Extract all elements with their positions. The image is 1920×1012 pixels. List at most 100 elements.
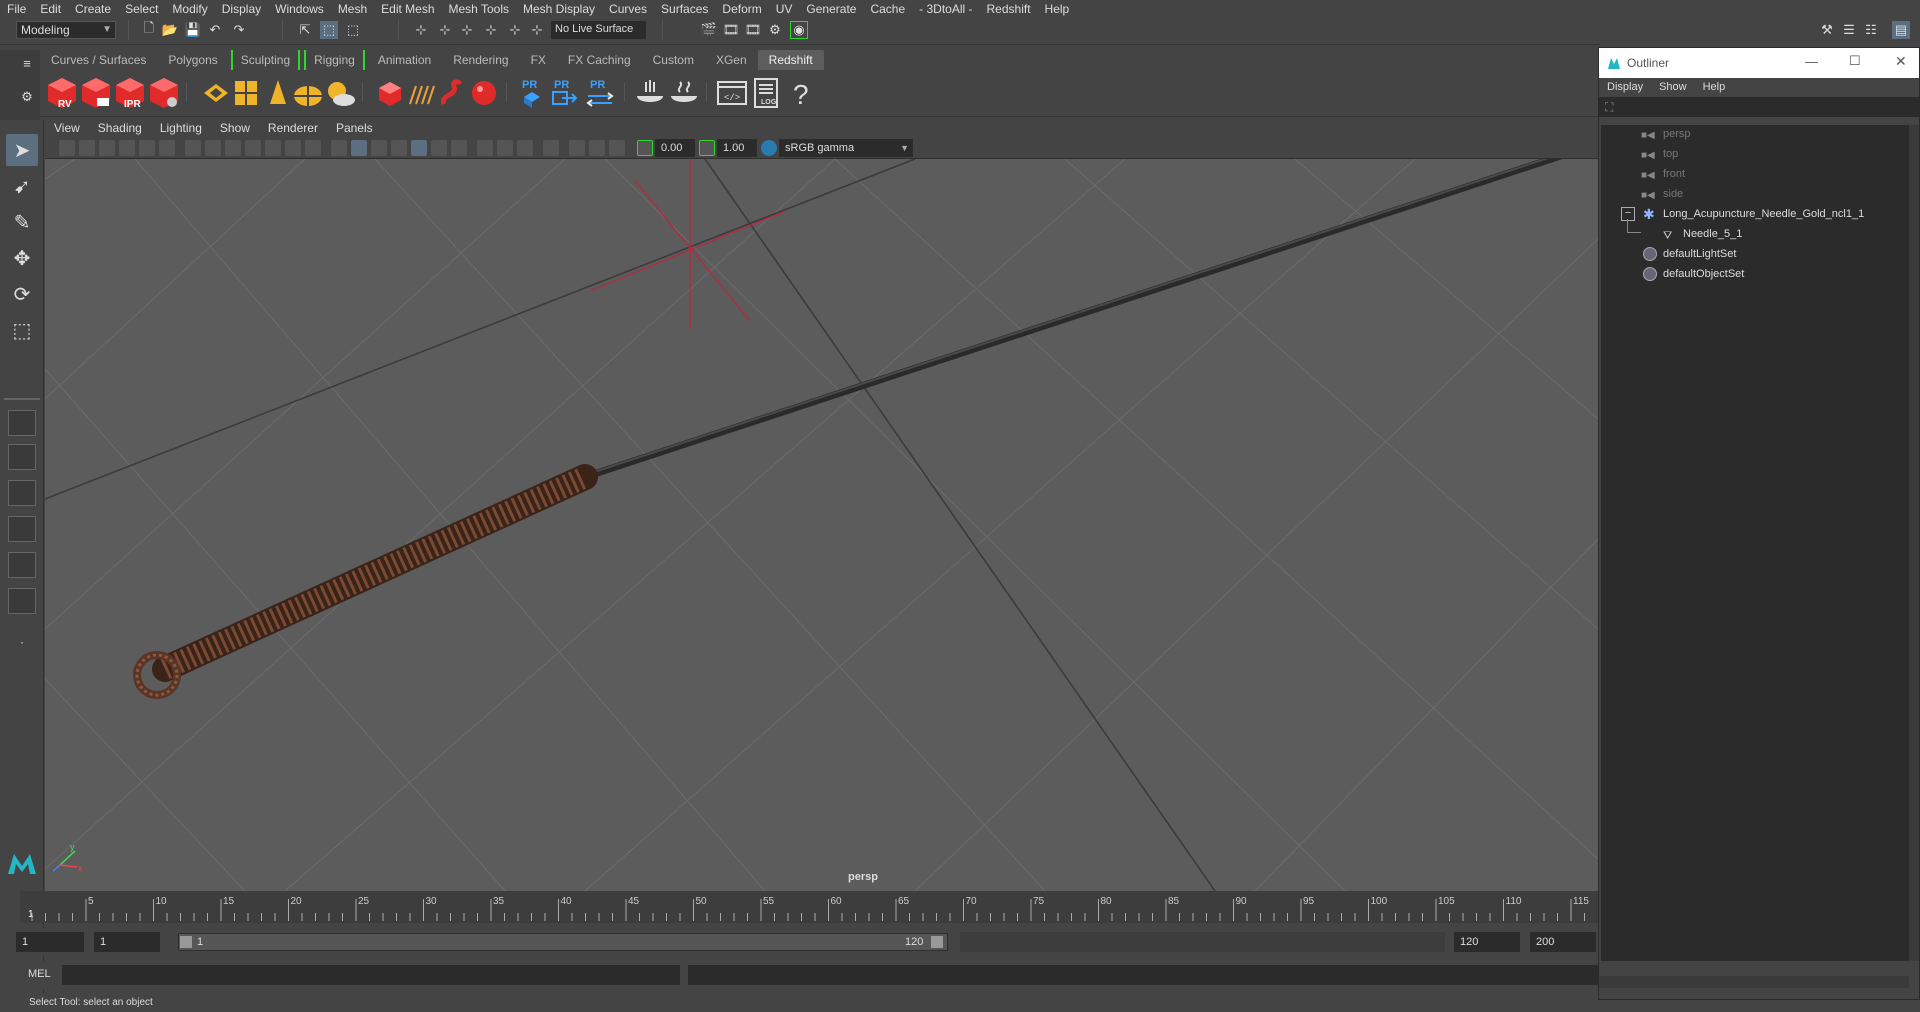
xray-joints-icon[interactable] [589,140,605,156]
tool-settings-icon[interactable]: ☷ [1862,21,1880,39]
render-settings-icon[interactable]: ⚙ [766,21,784,39]
four-view-layout-icon[interactable] [8,444,36,470]
select-hierarchy-icon[interactable]: ⇱ [296,21,314,39]
new-scene-icon[interactable]: 🗋 [140,20,158,39]
paint-select-tool-icon[interactable]: ✎ [6,206,38,238]
range-end-handle[interactable] [931,936,943,948]
menu-mesh-tools[interactable]: Mesh Tools [442,2,516,16]
hypershade-icon[interactable]: ◉ [790,21,808,39]
outliner-item-default-object-set[interactable]: defaultObjectSet [1601,265,1901,283]
modeling-toolkit-icon[interactable]: ⚒ [1818,21,1836,39]
command-language-label[interactable]: MEL [28,968,51,980]
live-surface-field[interactable]: No Live Surface [551,21,646,39]
tab-polygons[interactable]: Polygons [157,50,228,70]
lasso-tool-icon[interactable]: ➹ [6,170,38,202]
backface-culling-icon[interactable] [609,140,625,156]
gamma-field[interactable]: 1.00 [717,139,757,157]
menu-file[interactable]: File [0,2,33,16]
pr-export-icon[interactable]: PR [548,76,580,110]
tab-fx-caching[interactable]: FX Caching [557,50,642,70]
resolution-gate-icon[interactable] [225,140,241,156]
undo-icon[interactable]: ↶ [206,21,224,39]
snap-curve-icon[interactable]: ⊹ [436,21,454,39]
redshift-area-light-icon[interactable] [200,76,232,110]
camera-attributes-icon[interactable] [79,140,95,156]
menu-help[interactable]: Help [1038,2,1077,16]
attribute-editor-icon[interactable]: ☰ [1840,21,1858,39]
search-options-icon[interactable]: ⛶ [1605,100,1613,115]
outliner-item-side[interactable]: ■◀ side [1601,185,1901,203]
single-perspective-layout-icon[interactable] [8,410,36,436]
redshift-volume-icon[interactable] [406,76,438,110]
textured-icon[interactable] [391,140,407,156]
menu-mesh[interactable]: Mesh [331,2,374,16]
pr-swap-icon[interactable]: PR [584,76,616,110]
redshift-settings-icon[interactable] [148,76,180,110]
isolate-select-icon[interactable] [543,140,559,156]
redo-icon[interactable]: ↷ [230,21,248,39]
menu-generate[interactable]: Generate [799,2,863,16]
snap-view-icon[interactable]: ⊹ [482,21,500,39]
motion-blur-icon[interactable] [477,140,493,156]
menu-display[interactable]: Display [215,2,268,16]
view-transform-select[interactable]: sRGB gamma ▼ [779,139,913,157]
redshift-ao-bowl-icon[interactable] [634,76,666,110]
save-scene-icon[interactable]: 💾 [184,21,202,39]
move-tool-icon[interactable]: ✥ [6,242,38,274]
panel-menu-lighting[interactable]: Lighting [151,121,211,135]
tab-rendering[interactable]: Rendering [442,50,519,70]
redshift-bake-bowl-icon[interactable] [668,76,700,110]
film-gate-icon[interactable] [205,140,221,156]
panel-menu-shading[interactable]: Shading [89,121,151,135]
bookmark-icon[interactable] [99,140,115,156]
shelf-gear-icon[interactable]: ⚙ [18,88,36,106]
redshift-environment-icon[interactable] [436,76,468,110]
snap-pivot-icon[interactable]: ⊹ [528,21,546,39]
exposure-icon[interactable] [637,140,653,156]
use-all-lights-icon[interactable] [411,140,427,156]
redshift-portal-light-icon[interactable] [230,76,262,110]
tab-sculpting[interactable]: Sculpting [230,50,301,70]
panel-menu-show[interactable]: Show [211,121,259,135]
redshift-ies-light-icon[interactable] [262,76,294,110]
scene-start-field[interactable]: 1 [16,932,84,952]
menu-uv[interactable]: UV [769,2,800,16]
grid-icon[interactable] [185,140,201,156]
hypershade-layout-icon[interactable] [8,552,36,578]
persp-graph-layout-icon[interactable] [8,516,36,542]
two-d-pan-zoom-icon[interactable] [139,140,155,156]
redshift-log-icon[interactable]: LOG [750,76,782,110]
tab-redshift[interactable]: Redshift [757,50,824,70]
tab-custom[interactable]: Custom [642,50,705,70]
tab-xgen[interactable]: XGen [705,50,758,70]
wireframe-icon[interactable] [331,140,347,156]
ipr-render-icon[interactable]: 🎞 [744,21,762,39]
image-plane-icon[interactable] [119,140,135,156]
panel-menu-renderer[interactable]: Renderer [259,121,327,135]
outliner-vertical-scrollbar[interactable] [1909,125,1919,961]
tab-curves-surfaces[interactable]: Curves / Surfaces [40,50,157,70]
outliner-menu-display[interactable]: Display [1599,81,1651,93]
wireframe-on-shaded-icon[interactable] [371,140,387,156]
shadows-icon[interactable] [431,140,447,156]
redshift-script-editor-icon[interactable]: </> [716,76,748,110]
redshift-proxy-icon[interactable] [374,76,406,110]
select-object-icon[interactable]: ⬚ [320,21,338,39]
field-chart-icon[interactable] [265,140,281,156]
select-tool-icon[interactable]: ➤ [6,134,38,166]
menu-create[interactable]: Create [68,2,118,16]
outliner-horizontal-scrollbar[interactable] [1599,976,1909,988]
render-sequence-icon[interactable]: 🎞 [722,21,740,39]
outliner-item-needle-mesh[interactable]: ⛛ Needle_5_1 [1601,219,1901,243]
gate-mask-icon[interactable] [245,140,261,156]
redshift-batch-render-icon[interactable] [80,76,112,110]
anti-aliasing-icon[interactable] [497,140,513,156]
mode-select[interactable]: Modeling ▼ [16,21,116,39]
menu-select[interactable]: Select [118,2,165,16]
maximize-icon[interactable]: ☐ [1849,53,1861,69]
snap-point-icon[interactable]: ⊹ [458,21,476,39]
menu-curves[interactable]: Curves [602,2,654,16]
redshift-dome-light-icon[interactable] [292,76,324,110]
command-input[interactable] [62,965,680,985]
menu-surfaces[interactable]: Surfaces [654,2,715,16]
